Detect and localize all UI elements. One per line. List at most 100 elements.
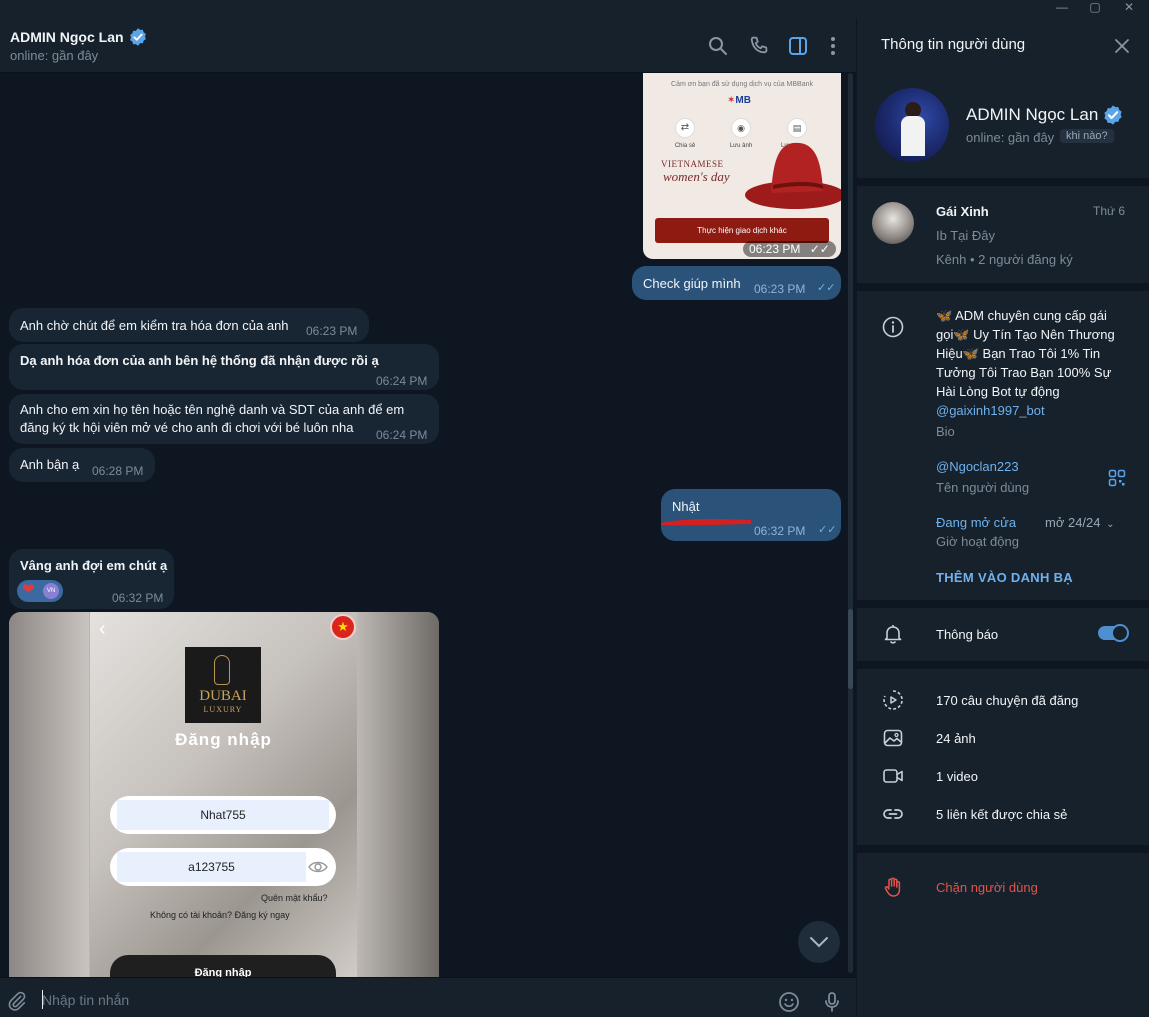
message-input[interactable] bbox=[42, 990, 642, 1010]
login-screenshot-image[interactable]: ‹ ★ DUBAI LUXURY Đăng nhập Nhat755 a1237… bbox=[9, 612, 439, 977]
personal-channel-row[interactable]: Gái Xinh Thứ 6 Ib Tại Đây Kênh • 2 người… bbox=[857, 186, 1149, 280]
when-chip[interactable]: khi nào? bbox=[1060, 129, 1114, 143]
link-icon bbox=[883, 809, 903, 819]
close-window-button[interactable]: ✕ bbox=[1112, 0, 1146, 18]
mbbank-receipt-image[interactable]: Cảm ơn bạn đã sử dụng dịch vụ của MBBank… bbox=[643, 73, 841, 259]
avatar: VN bbox=[43, 583, 59, 599]
photos-row[interactable]: 24 ảnh bbox=[857, 720, 1149, 756]
business-hours-label: Giờ hoạt động bbox=[936, 534, 1019, 549]
messages-area[interactable]: Cảm ơn bạn đã sử dụng dịch vụ của MBBank… bbox=[0, 73, 856, 977]
emoji-icon[interactable] bbox=[777, 990, 801, 1014]
message-bubble-incoming[interactable]: Anh bận ạ 06:28 PM bbox=[9, 448, 155, 482]
stories-count: 170 câu chuyện đã đăng bbox=[936, 693, 1079, 708]
photos-count: 24 ảnh bbox=[936, 731, 976, 746]
bio-line: Tưởng Tôi Trao Bạn 100% Sự bbox=[936, 365, 1112, 380]
attach-icon[interactable] bbox=[6, 990, 28, 1012]
maximize-button[interactable]: ▢ bbox=[1078, 0, 1112, 18]
back-arrow-icon[interactable]: ‹ bbox=[99, 618, 106, 641]
eye-icon[interactable] bbox=[308, 859, 328, 875]
message-bubble-outgoing[interactable]: Nhật 06:32 PM ✓✓ bbox=[661, 489, 841, 541]
dubai-luxury-logo: DUBAI LUXURY bbox=[185, 647, 261, 723]
bio-bot-link[interactable]: @gaixinh1997_bot bbox=[936, 403, 1045, 418]
info-icon bbox=[882, 316, 904, 338]
womens-day-heading-1: VIETNAMESE bbox=[661, 159, 724, 169]
scroll-to-bottom-button[interactable] bbox=[798, 921, 840, 963]
username-value: Nhat755 bbox=[117, 800, 329, 830]
more-icon[interactable] bbox=[821, 34, 845, 58]
video-icon bbox=[883, 769, 903, 783]
login-title: Đăng nhập bbox=[175, 730, 272, 749]
chevron-down-icon bbox=[810, 937, 828, 948]
red-scribble-mark bbox=[661, 519, 751, 526]
chat-title-text: ADMIN Ngọc Lan bbox=[10, 29, 124, 45]
read-checks-icon: ✓✓ bbox=[817, 282, 836, 294]
links-count: 5 liên kết được chia sẻ bbox=[936, 807, 1068, 822]
notifications-toggle[interactable] bbox=[1098, 624, 1129, 642]
bio-line: Hiệu🦋 Bạn Trao Tôi 1% Tin bbox=[936, 346, 1101, 361]
message-text-line-1: Anh cho em xin họ tên hoặc tên nghệ danh… bbox=[20, 402, 405, 417]
scrollbar-track[interactable] bbox=[848, 73, 853, 973]
message-text: Vâng anh đợi em chút ạ bbox=[20, 558, 168, 573]
message-text: Check giúp mình bbox=[643, 276, 741, 291]
videos-row[interactable]: 1 video bbox=[857, 758, 1149, 794]
section-divider bbox=[857, 283, 1149, 291]
block-user-row[interactable]: Chặn người dùng bbox=[857, 870, 1149, 904]
username-field[interactable]: Nhat755 bbox=[110, 796, 336, 834]
chat-header[interactable]: ADMIN Ngọc Lan online: gần đây bbox=[0, 18, 856, 73]
verified-badge-icon bbox=[1104, 105, 1122, 125]
message-time: 06:23 PM bbox=[754, 282, 806, 296]
forgot-password-link[interactable]: Quên mật khẩu? bbox=[261, 893, 328, 903]
section-divider bbox=[857, 661, 1149, 669]
message-bubble-incoming[interactable]: Anh chờ chút để em kiểm tra hóa đơn của … bbox=[9, 308, 369, 342]
search-icon[interactable] bbox=[706, 34, 730, 58]
message-text: Nhật bbox=[672, 499, 700, 514]
logo-text-2: LUXURY bbox=[203, 705, 243, 714]
section-divider bbox=[857, 600, 1149, 608]
message-bubble-outgoing[interactable]: Check giúp mình 06:23 PM ✓✓ bbox=[632, 266, 841, 300]
message-time: 06:28 PM bbox=[92, 464, 144, 478]
section-divider bbox=[857, 845, 1149, 853]
username-link[interactable]: @Ngoclan223 bbox=[936, 459, 1019, 474]
close-icon[interactable] bbox=[1112, 36, 1132, 56]
password-field[interactable]: a123755 bbox=[110, 848, 336, 886]
avatar-body bbox=[901, 116, 925, 156]
photo-icon bbox=[883, 729, 903, 747]
stories-icon bbox=[883, 690, 903, 710]
business-hours-toggle[interactable]: mở 24/24 ⌄ bbox=[1045, 515, 1115, 530]
profile-status: online: gần đây bbox=[966, 130, 1055, 145]
sidebar-toggle-icon[interactable] bbox=[786, 34, 810, 58]
scrollbar-thumb[interactable] bbox=[848, 609, 853, 689]
red-hat-illustration bbox=[745, 142, 841, 209]
phone-icon[interactable] bbox=[747, 34, 771, 58]
user-info-panel: Thông tin người dùng ADMIN Ngọc Lan onli… bbox=[857, 18, 1149, 1017]
vietnam-flag-icon[interactable]: ★ bbox=[330, 614, 356, 640]
reaction-pill[interactable]: ❤ VN bbox=[17, 580, 63, 602]
blur-side-right bbox=[357, 612, 439, 977]
message-bubble-incoming[interactable]: Anh cho em xin họ tên hoặc tên nghệ danh… bbox=[9, 394, 439, 444]
links-row[interactable]: 5 liên kết được chia sẻ bbox=[857, 796, 1149, 832]
minimize-button[interactable]: — bbox=[1045, 0, 1079, 18]
register-link[interactable]: Không có tài khoản? Đăng ký ngay bbox=[150, 910, 290, 920]
chevron-down-icon: ⌄ bbox=[1106, 519, 1115, 530]
login-button[interactable]: Đăng nhập bbox=[110, 955, 336, 977]
username-label: Tên người dùng bbox=[936, 480, 1030, 495]
microphone-icon[interactable] bbox=[820, 990, 844, 1014]
share-icon[interactable]: ⇄ bbox=[675, 118, 695, 138]
qr-code-icon[interactable] bbox=[1108, 469, 1126, 487]
section-divider bbox=[857, 178, 1149, 186]
message-text-line-2: đăng ký tk hội viên mở vé cho anh đi chơ… bbox=[20, 420, 354, 435]
business-hours-status: Đang mở cửa bbox=[936, 515, 1017, 530]
profile-name-text: ADMIN Ngọc Lan bbox=[966, 105, 1099, 124]
avatar[interactable] bbox=[875, 88, 949, 162]
message-time: 06:23 PM bbox=[306, 324, 358, 338]
chat-title[interactable]: ADMIN Ngọc Lan bbox=[10, 27, 148, 47]
panel-title: Thông tin người dùng bbox=[881, 36, 1026, 53]
womens-day-heading-2: women's day bbox=[663, 169, 730, 184]
channel-name: Gái Xinh bbox=[936, 204, 989, 219]
new-transaction-button[interactable]: Thực hiện giao dịch khác bbox=[655, 218, 829, 243]
stories-row[interactable]: 170 câu chuyện đã đăng bbox=[857, 682, 1149, 718]
add-to-contacts-button[interactable]: THÊM VÀO DANH BẠ bbox=[936, 570, 1073, 585]
message-bubble-incoming[interactable]: Dạ anh hóa đơn của anh bên hệ thống đã n… bbox=[9, 344, 439, 390]
message-bubble-incoming[interactable]: Vâng anh đợi em chút ạ ❤ VN 06:32 PM bbox=[9, 549, 174, 609]
chat-status: online: gần đây bbox=[10, 48, 99, 63]
